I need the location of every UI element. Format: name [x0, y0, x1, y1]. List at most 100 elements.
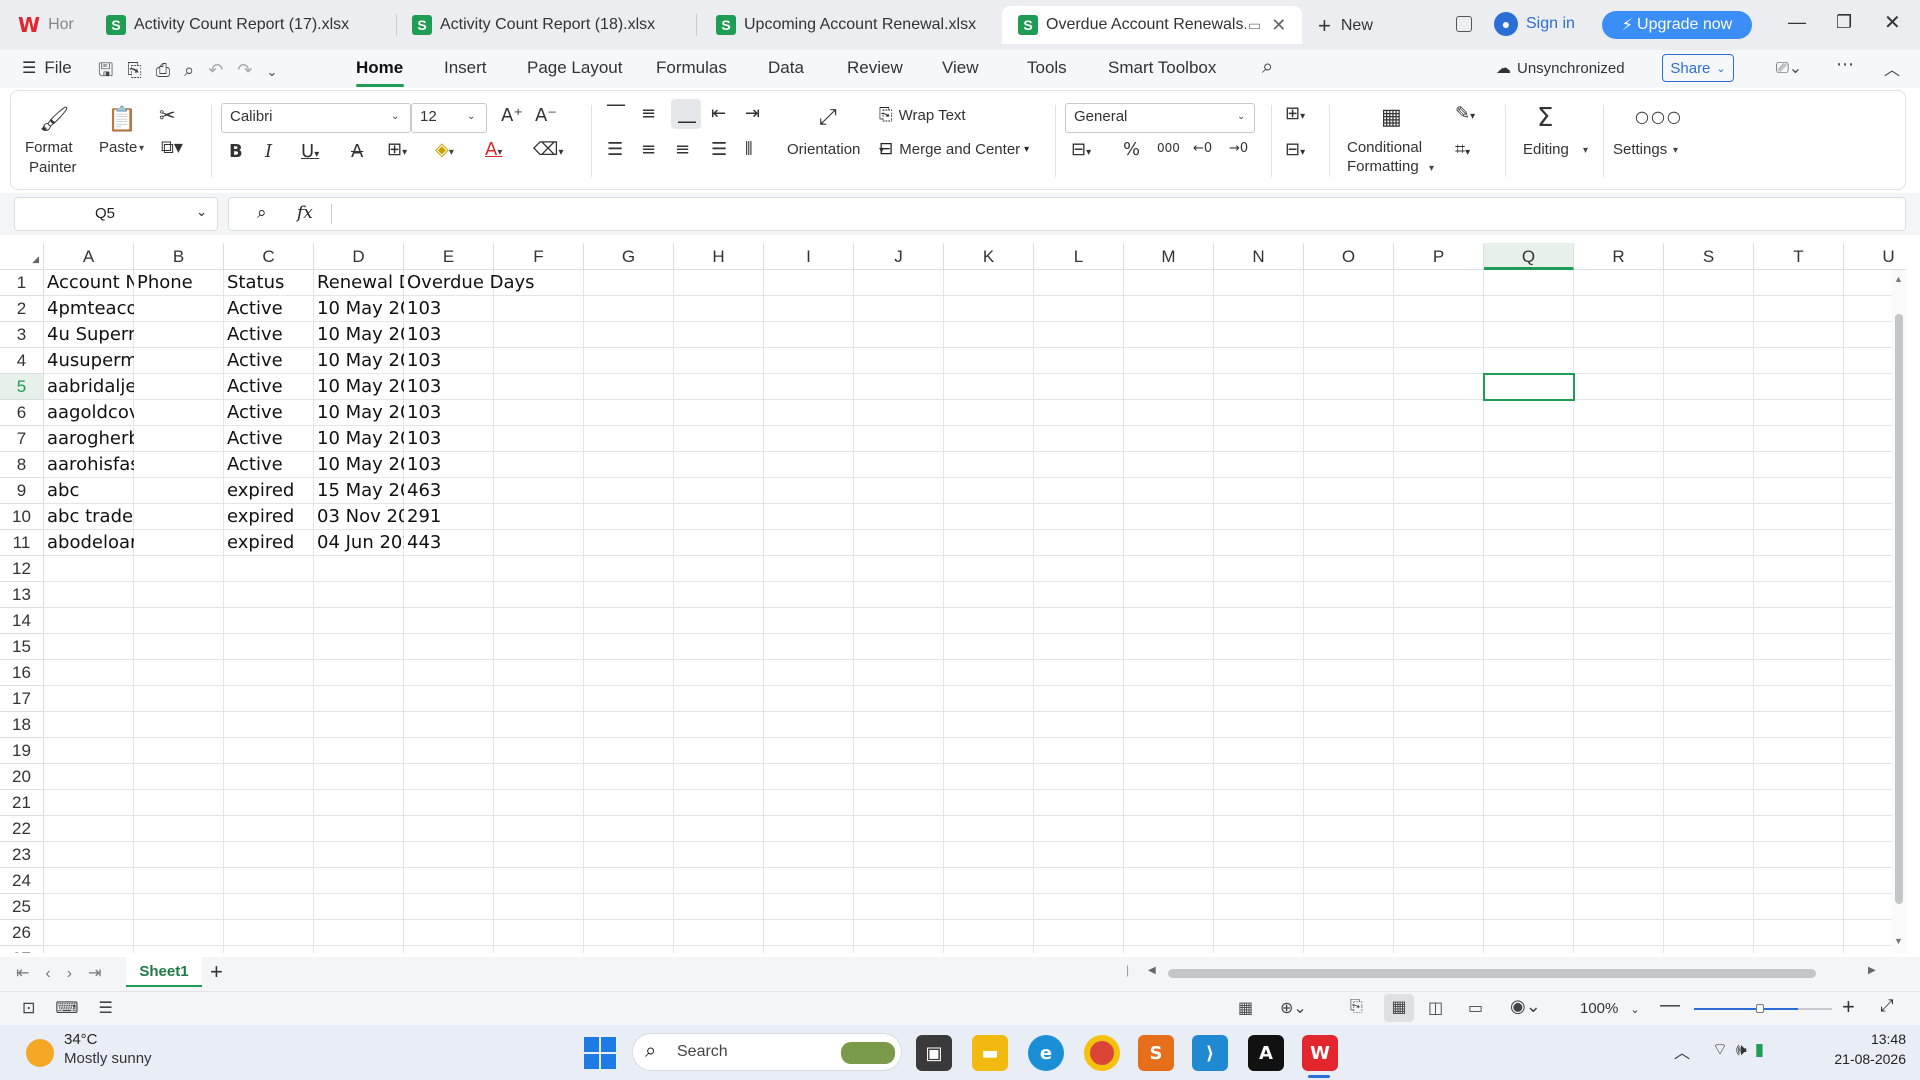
decrease-decimal-icon[interactable]: →0: [1229, 141, 1248, 156]
redo-icon[interactable]: ↷: [237, 60, 266, 80]
search-icon[interactable]: ⌕: [1262, 56, 1273, 79]
sync-status[interactable]: ☁ Unsynchronized: [1496, 59, 1625, 78]
sheet-nav-buttons[interactable]: ⇤‹›⇥: [16, 963, 117, 983]
row-header-9[interactable]: 9: [0, 478, 44, 504]
merge-center-button[interactable]: ⊟ Merge and Center ▾: [879, 139, 1029, 159]
column-header-o[interactable]: O: [1304, 243, 1394, 270]
column-header-u[interactable]: U: [1844, 243, 1906, 270]
column-header-b[interactable]: B: [134, 243, 224, 270]
minimize-button[interactable]: —: [1788, 12, 1806, 33]
data-cell[interactable]: 443: [404, 530, 584, 556]
eye-icon[interactable]: ◉⌄: [1510, 996, 1541, 1017]
data-cell[interactable]: abodeloar: [44, 530, 134, 556]
cell-style-icon[interactable]: ⊞▾: [1285, 103, 1305, 124]
window-switch-icon[interactable]: [1456, 16, 1472, 32]
fill-color-icon[interactable]: ◈▾: [435, 139, 454, 160]
format-painter-button[interactable]: 🖌 Format Painter: [25, 105, 77, 183]
align-right-icon[interactable]: ≡: [675, 139, 690, 160]
align-middle-icon[interactable]: ≡: [641, 103, 656, 124]
more-icon[interactable]: ⋯: [1836, 54, 1854, 75]
windows-start-icon[interactable]: [584, 1037, 616, 1069]
borders-icon[interactable]: ⊞▾: [387, 139, 407, 160]
row-header-7[interactable]: 7: [0, 426, 44, 452]
column-header-d[interactable]: D: [314, 243, 404, 270]
menu-insert[interactable]: Insert: [444, 58, 487, 78]
file-menu[interactable]: ☰ File: [22, 58, 72, 78]
column-header-j[interactable]: J: [854, 243, 944, 270]
data-cell[interactable]: 4pmteacor: [44, 296, 134, 322]
data-cell[interactable]: 03 Nov 20:: [314, 504, 404, 530]
column-header-m[interactable]: M: [1124, 243, 1214, 270]
column-header-h[interactable]: H: [674, 243, 764, 270]
data-cell[interactable]: 103: [404, 452, 584, 478]
data-cell[interactable]: Active: [224, 452, 314, 478]
row-header-2[interactable]: 2: [0, 296, 44, 322]
data-cell[interactable]: 4usuperm: [44, 348, 134, 374]
data-cell[interactable]: 103: [404, 426, 584, 452]
clear-format-icon[interactable]: ⌫▾: [533, 139, 563, 160]
italic-icon[interactable]: I: [265, 141, 272, 162]
column-header-n[interactable]: N: [1214, 243, 1304, 270]
conditional-formatting-button[interactable]: ▦ Conditional Formatting ▾: [1341, 101, 1445, 187]
status-left-icons[interactable]: ⊡⌨☰: [22, 998, 133, 1018]
zoom-formula-icon[interactable]: ⌕: [257, 203, 267, 223]
data-cell[interactable]: Active: [224, 374, 314, 400]
data-cell[interactable]: Active: [224, 400, 314, 426]
align-center-icon[interactable]: ≡: [641, 139, 656, 160]
data-cell[interactable]: 15 May 20: [314, 478, 404, 504]
vertical-scrollbar[interactable]: ▲ ▼: [1892, 270, 1906, 953]
data-cell[interactable]: expired: [224, 504, 314, 530]
column-header-r[interactable]: R: [1574, 243, 1664, 270]
fill-icon[interactable]: ✎▾: [1455, 103, 1475, 124]
row-header-6[interactable]: 6: [0, 400, 44, 426]
row-header-23[interactable]: 23: [0, 842, 44, 868]
clock-time[interactable]: 13:48: [1836, 1031, 1906, 1047]
increase-indent-icon[interactable]: ⇥: [745, 103, 760, 124]
data-cell[interactable]: 10 May 20: [314, 296, 404, 322]
row-header-10[interactable]: 10: [0, 504, 44, 530]
wps-office-icon[interactable]: W: [1302, 1035, 1338, 1071]
align-top-icon[interactable]: ⎺: [607, 103, 625, 124]
row-header-14[interactable]: 14: [0, 608, 44, 634]
cut-icon[interactable]: ✂: [159, 103, 176, 127]
scroll-down-icon[interactable]: ▼: [1894, 936, 1903, 946]
task-view-icon[interactable]: ▣: [916, 1035, 952, 1071]
row-header-3[interactable]: 3: [0, 322, 44, 348]
normal-view-icon[interactable]: ▦: [1384, 994, 1414, 1022]
header-cell[interactable]: Overdue Days: [404, 270, 584, 296]
row-header-4[interactable]: 4: [0, 348, 44, 374]
menu-page-layout[interactable]: Page Layout: [527, 58, 622, 78]
sublime-text-icon[interactable]: S: [1138, 1035, 1174, 1071]
column-header-l[interactable]: L: [1034, 243, 1124, 270]
data-cell[interactable]: Active: [224, 296, 314, 322]
restore-button[interactable]: ❐: [1836, 12, 1852, 33]
increase-decimal-icon[interactable]: ←0: [1193, 141, 1212, 156]
decrease-font-icon[interactable]: A⁻: [535, 105, 557, 126]
data-cell[interactable]: Active: [224, 348, 314, 374]
vertical-scroll-thumb[interactable]: [1895, 314, 1903, 904]
menu-view[interactable]: View: [942, 58, 979, 78]
scroll-right-icon[interactable]: ▶: [1868, 965, 1876, 976]
percent-icon[interactable]: %: [1123, 139, 1140, 160]
sheet-tab-sheet1[interactable]: Sheet1: [126, 957, 202, 987]
screen-capture-icon[interactable]: ⎚⌄: [1776, 58, 1802, 78]
close-window-button[interactable]: ✕: [1884, 10, 1901, 35]
tab-activity-17[interactable]: S Activity Count Report (17).xlsx: [90, 6, 390, 44]
row-header-13[interactable]: 13: [0, 582, 44, 608]
save-icon[interactable]: 🖫: [98, 60, 127, 80]
tab-home[interactable]: W Hor: [0, 6, 100, 44]
row-header-19[interactable]: 19: [0, 738, 44, 764]
zoom-slider-track[interactable]: [1694, 1008, 1798, 1010]
settings-button[interactable]: ○○○ Settings ▾: [1611, 101, 1701, 181]
page-break-icon[interactable]: ▭: [1468, 998, 1483, 1018]
data-cell[interactable]: abc: [44, 478, 134, 504]
system-tray-icons[interactable]: ⌔🕪▮: [1712, 1039, 1772, 1060]
thousands-icon[interactable]: 000: [1157, 141, 1180, 155]
data-cell[interactable]: aarogherb: [44, 426, 134, 452]
column-header-t[interactable]: T: [1754, 243, 1844, 270]
data-cell[interactable]: Active: [224, 322, 314, 348]
decrease-indent-icon[interactable]: ⇤: [711, 103, 726, 124]
editing-button[interactable]: Σ Editing ▾: [1515, 101, 1595, 181]
column-header-a[interactable]: A: [44, 243, 134, 270]
zoom-in-button[interactable]: +: [1842, 994, 1855, 1020]
